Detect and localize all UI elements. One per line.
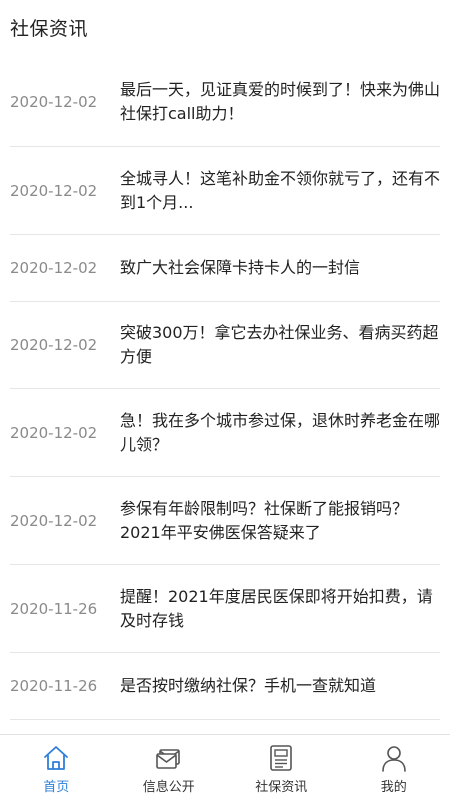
page-title: 社保资讯 <box>10 18 89 40</box>
news-date: 2020-12-02 <box>10 93 98 111</box>
app-screen: 社保资讯 2020-12-02 最后一天，见证真爱的时候到了！快来为佛山社保打c… <box>0 0 450 800</box>
news-title: 参保有年龄限制吗？社保断了能报销吗？2021年平安佛医保答疑来了 <box>120 498 409 542</box>
news-title: 突破300万！拿它去办社保业务、看病买药超方便 <box>120 323 439 366</box>
news-item[interactable]: 2020-12-02 急！我在多个城市参过保，退休时养老金在哪儿领？ <box>10 389 440 477</box>
nav-home[interactable]: 首页 <box>0 735 113 800</box>
news-date: 2020-12-02 <box>10 336 98 354</box>
header: 社保资讯 <box>0 0 450 52</box>
news-item[interactable]: 2020-12-02 致广大社会保障卡持卡人的一封信 <box>10 235 440 302</box>
news-title: 是否按时缴纳社保？手机一查就知道 <box>120 676 377 695</box>
nav-label: 信息公开 <box>142 780 195 795</box>
news-date: 2020-11-26 <box>10 599 98 618</box>
news-title: 提醒！2021年度居民医保即将开始扣费，请及时存钱 <box>120 586 433 630</box>
nav-label: 我的 <box>380 780 407 795</box>
news-title: 急！我在多个城市参过保，退休时养老金在哪儿领？ <box>120 410 441 454</box>
nav-label: 首页 <box>43 780 70 795</box>
news-date: 2020-12-02 <box>10 423 98 442</box>
news-date: 2020-12-02 <box>10 511 98 530</box>
home-icon <box>44 746 69 770</box>
mail-icon <box>155 749 180 769</box>
news-item[interactable]: 2020-12-02 全城寻人！这笔补助金不领你就亏了，还有不到1个月... <box>10 147 440 235</box>
nav-label: 社保资讯 <box>255 780 308 795</box>
news-date: 2020-12-02 <box>10 259 98 277</box>
news-item[interactable]: 2020-12-02 突破300万！拿它去办社保业务、看病买药超方便 <box>10 302 440 389</box>
nav-info-public[interactable]: 信息公开 <box>113 735 226 800</box>
news-item[interactable]: 2020-12-02 参保有年龄限制吗？社保断了能报销吗？2021年平安佛医保答… <box>10 477 440 565</box>
news-date: 2020-11-26 <box>10 677 98 695</box>
news-item[interactable]: 2020-11-26 提醒！2021年度居民医保即将开始扣费，请及时存钱 <box>10 565 440 653</box>
bottom-nav: 首页 信息公开 社保资讯 我的 <box>0 734 450 800</box>
news-title: 全城寻人！这笔补助金不领你就亏了，还有不到1个月... <box>120 168 441 212</box>
news-item[interactable]: 2020-12-02 最后一天，见证真爱的时候到了！快来为佛山社保打call助力… <box>10 58 440 147</box>
user-icon <box>381 746 406 772</box>
news-title: 致广大社会保障卡持卡人的一封信 <box>120 258 361 277</box>
news-date: 2020-12-02 <box>10 181 98 200</box>
nav-mine[interactable]: 我的 <box>338 735 450 800</box>
news-item[interactable]: 2020-11-26 是否按时缴纳社保？手机一查就知道 <box>10 653 440 720</box>
news-title: 最后一天，见证真爱的时候到了！快来为佛山社保打call助力！ <box>120 80 441 123</box>
nav-social-news[interactable]: 社保资讯 <box>225 735 338 800</box>
news-list: 2020-12-02 最后一天，见证真爱的时候到了！快来为佛山社保打call助力… <box>0 58 450 720</box>
news-icon <box>270 745 293 771</box>
